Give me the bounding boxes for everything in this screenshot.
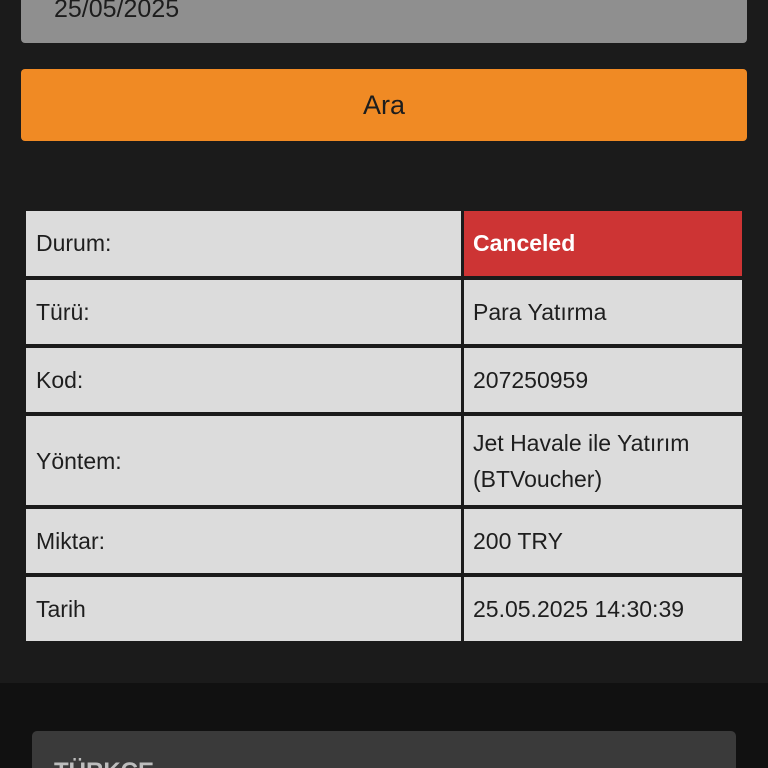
table-row: Tarih 25.05.2025 14:30:39 (26, 577, 742, 641)
table-row: Miktar: 200 TRY (26, 509, 742, 573)
transaction-details-table: Durum: Canceled Türü: Para Yatırma Kod: … (23, 207, 745, 645)
table-row: Kod: 207250959 (26, 348, 742, 412)
transaction-detail-page: 25/05/2025 Ara Durum: Canceled Türü: Par… (0, 0, 768, 768)
table-row: Türü: Para Yatırma (26, 280, 742, 344)
date-label: Tarih (26, 577, 461, 641)
date-value: 25.05.2025 14:30:39 (464, 577, 742, 641)
search-button[interactable]: Ara (21, 69, 747, 141)
type-value: Para Yatırma (464, 280, 742, 344)
table-row: Yöntem: Jet Havale ile Yatırım (BTVouche… (26, 416, 742, 505)
code-label: Kod: (26, 348, 461, 412)
code-value: 207250959 (464, 348, 742, 412)
amount-value: 200 TRY (464, 509, 742, 573)
amount-label: Miktar: (26, 509, 461, 573)
status-label: Durum: (26, 211, 461, 276)
method-label: Yöntem: (26, 416, 461, 505)
status-badge: Canceled (464, 211, 742, 276)
table-row: Durum: Canceled (26, 211, 742, 276)
date-input[interactable]: 25/05/2025 (21, 0, 747, 43)
method-value: Jet Havale ile Yatırım (BTVoucher) (464, 416, 742, 505)
type-label: Türü: (26, 280, 461, 344)
language-selector[interactable]: TÜRKÇE (32, 731, 736, 768)
